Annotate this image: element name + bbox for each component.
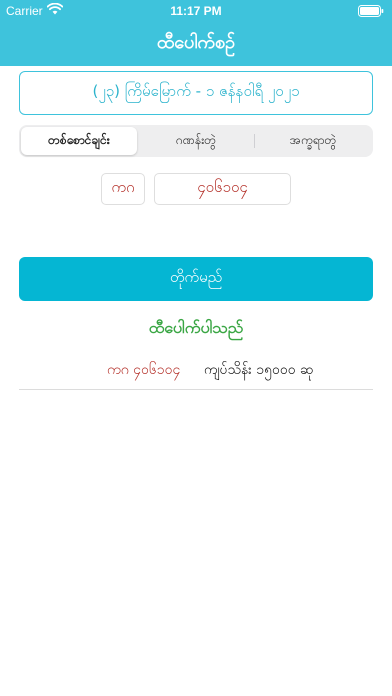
segment-single-ticket[interactable]: တစ်စောင်ချင်း [21,127,137,155]
result-prize-amount: ကျပ်သိန်း ၁၅၀၀၀ ဆု [204,362,314,378]
segment-letter-pair[interactable]: အက္ခရာတွဲ [255,127,371,155]
segment-number-pair-label: ဂဏန်းတွဲ [176,133,216,147]
series-letters-input[interactable] [101,173,145,205]
status-bar: Carrier 11:17 PM [0,0,392,22]
draw-date-label: (၂၃) ကြိမ်မြောက် - ၁ ဇန်နဝါရီ ၂၀၂၁ [92,82,300,100]
check-button[interactable]: တိုက်မည် [19,257,373,301]
segment-number-pair[interactable]: ဂဏန်းတွဲ [138,127,254,155]
ticket-number-input[interactable] [154,173,291,205]
draw-date-selector[interactable]: (၂၃) ကြိမ်မြောက် - ၁ ဇန်နဝါရီ ၂၀၂၁ [19,71,373,115]
status-time: 11:17 PM [170,4,222,18]
result-divider [19,389,373,390]
result-ticket-number: ကဂ ၄၀၆၁၀၄ [107,362,181,378]
result-title: ထီပေါက်ပါသည် [148,318,244,337]
app-header: Carrier 11:17 PM ထီပေါက်စဉ် [0,0,392,66]
page-title: ထီပေါက်စဉ် [156,32,236,53]
search-mode-segmented-control[interactable]: တစ်စောင်ချင်း ဂဏန်းတွဲ အက္ခရာတွဲ [19,125,373,157]
segment-single-ticket-label: တစ်စောင်ချင်း [48,133,110,147]
battery-icon [358,5,384,17]
segment-letter-pair-label: အက္ခရာတွဲ [289,133,337,147]
